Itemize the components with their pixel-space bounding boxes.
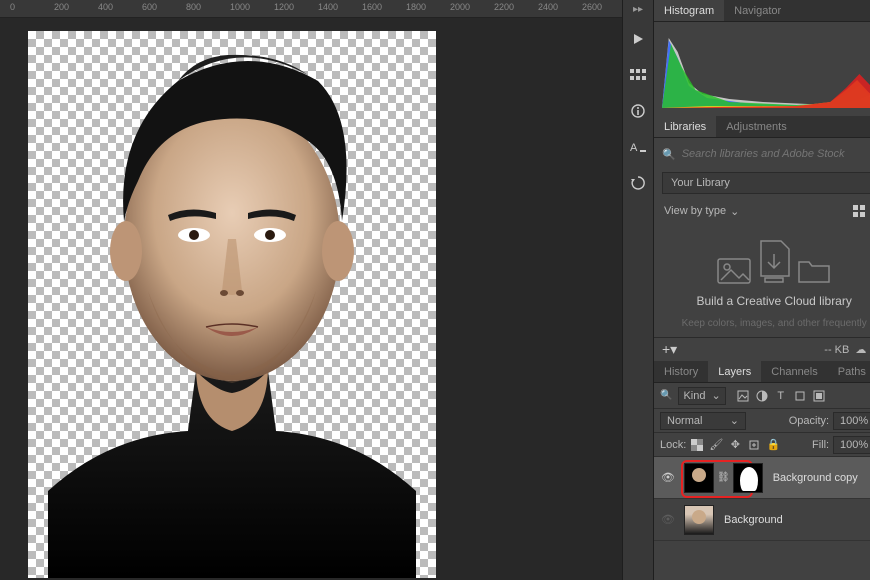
- add-icon[interactable]: +▾: [662, 341, 677, 358]
- portrait-image: [28, 31, 436, 578]
- layers-tabbar: History Layers Channels Paths ≡: [654, 361, 870, 383]
- character-icon[interactable]: A: [627, 136, 649, 158]
- layer-row[interactable]: 👁 Background 🔒: [654, 499, 870, 541]
- libraries-footer: +▾ -- KB ☁ 🗑: [654, 337, 870, 361]
- library-name: Your Library: [671, 177, 730, 189]
- visibility-toggle[interactable]: 👁: [660, 470, 676, 486]
- blend-mode-selector[interactable]: Normal⌄: [660, 412, 746, 430]
- file-download-icon: [757, 240, 791, 284]
- visibility-toggle[interactable]: 👁: [660, 512, 676, 528]
- opacity-value[interactable]: 100%: [833, 412, 870, 430]
- svg-text:A: A: [630, 142, 638, 154]
- swatches-icon[interactable]: [627, 64, 649, 86]
- play-icon[interactable]: [627, 28, 649, 50]
- mask-link-icon[interactable]: ⛓: [716, 472, 731, 483]
- fill-label: Fill:: [812, 439, 829, 451]
- lock-position-icon[interactable]: ✥: [728, 438, 742, 452]
- tab-histogram[interactable]: Histogram: [654, 0, 724, 21]
- empty-subtitle: Keep colors, images, and other frequentl…: [682, 318, 867, 329]
- search-input[interactable]: [682, 148, 870, 160]
- histogram-panel: ⚠: [654, 22, 870, 116]
- histogram-chart: [662, 28, 870, 108]
- layer-mask-thumbnail[interactable]: [733, 463, 763, 493]
- library-empty-state: Build a Creative Cloud library Keep colo…: [662, 228, 870, 331]
- collapsed-panel-strip: ▸▸ A: [622, 0, 653, 580]
- view-by-label: View by type: [664, 205, 726, 217]
- lock-pixels-icon[interactable]: 🖌: [709, 438, 723, 452]
- view-by-dropdown[interactable]: View by type ⌄: [664, 205, 739, 218]
- layer-thumbnail[interactable]: [684, 505, 714, 535]
- layer-name[interactable]: Background: [724, 514, 783, 526]
- grid-view-icon[interactable]: [852, 204, 866, 218]
- ruler-horizontal: 0200400600800100012001400160018002000220…: [0, 0, 622, 18]
- image-icon: [717, 258, 751, 284]
- lock-all-icon[interactable]: 🔒: [766, 438, 780, 452]
- tab-libraries[interactable]: Libraries: [654, 116, 716, 137]
- filter-shape-icon[interactable]: [793, 389, 807, 403]
- layer-thumbnail[interactable]: [684, 463, 714, 493]
- history-icon[interactable]: [627, 172, 649, 194]
- chevron-down-icon: ⌄: [711, 389, 720, 402]
- tab-paths[interactable]: Paths: [828, 361, 870, 382]
- filter-smart-icon[interactable]: [812, 389, 826, 403]
- info-icon[interactable]: [627, 100, 649, 122]
- tab-navigator[interactable]: Navigator: [724, 0, 791, 21]
- library-search[interactable]: 🔍: [662, 144, 870, 164]
- expand-panels-icon[interactable]: ▸▸: [623, 4, 653, 14]
- layer-filter-row: 🔍 Kind⌄ T: [654, 383, 870, 409]
- search-icon: 🔍: [662, 148, 676, 161]
- canvas-area[interactable]: [0, 18, 622, 580]
- tab-channels[interactable]: Channels: [761, 361, 827, 382]
- filter-kind-selector[interactable]: Kind⌄: [678, 387, 725, 405]
- tab-history[interactable]: History: [654, 361, 708, 382]
- libraries-tabbar: Libraries Adjustments ≡: [654, 116, 870, 138]
- lock-artboard-icon[interactable]: [747, 438, 761, 452]
- layer-name[interactable]: Background copy: [773, 472, 858, 484]
- layers-list: 👁 ⛓ Background copy 👁 Background 🔒: [654, 457, 870, 580]
- cloud-icon[interactable]: ☁: [855, 343, 866, 356]
- opacity-label: Opacity:: [789, 415, 829, 427]
- layer-row[interactable]: 👁 ⛓ Background copy: [654, 457, 870, 499]
- lock-transparency-icon[interactable]: [690, 438, 704, 452]
- search-icon: 🔍: [660, 390, 672, 401]
- fill-value[interactable]: 100%: [833, 436, 870, 454]
- tab-adjustments[interactable]: Adjustments: [716, 116, 797, 137]
- filter-type-icon[interactable]: T: [774, 389, 788, 403]
- chevron-down-icon: ⌄: [730, 205, 739, 218]
- tab-layers[interactable]: Layers: [708, 361, 761, 382]
- folder-icon: [797, 258, 831, 284]
- library-size: -- KB: [824, 344, 849, 356]
- lock-label: Lock:: [660, 439, 686, 451]
- document-canvas[interactable]: [28, 31, 436, 578]
- empty-title: Build a Creative Cloud library: [696, 294, 851, 308]
- filter-pixel-icon[interactable]: [736, 389, 750, 403]
- library-selector[interactable]: Your Library ⌄: [662, 172, 870, 194]
- histogram-tabbar: Histogram Navigator ≡: [654, 0, 870, 22]
- filter-adjustment-icon[interactable]: [755, 389, 769, 403]
